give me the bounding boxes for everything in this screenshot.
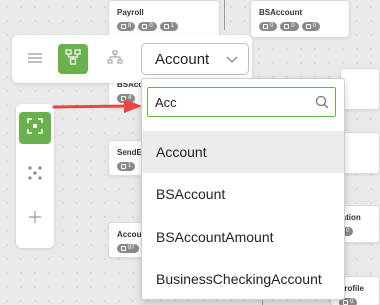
entity-card-bsaccount[interactable]: BSAccount 0 0 0	[250, 0, 350, 38]
attribute-count-badge: 1	[117, 162, 136, 171]
link-count-badge: 1	[159, 22, 179, 31]
entity-select[interactable]: Account	[141, 43, 249, 75]
dropdown-option[interactable]: Account	[142, 131, 344, 173]
entity-view-button[interactable]	[58, 44, 88, 74]
dropdown-option[interactable]: BSAccount	[142, 173, 344, 215]
scatter-dots-icon	[27, 165, 43, 186]
card-title: BSAccount	[259, 8, 303, 17]
focus-button[interactable]	[19, 112, 51, 144]
menu-button[interactable]	[20, 44, 50, 74]
link-count-badge: 0	[301, 22, 321, 31]
plus-icon	[28, 210, 42, 229]
option-label: Account	[156, 144, 207, 160]
card-title: Payroll	[117, 8, 144, 17]
add-button[interactable]	[19, 203, 51, 235]
connector-line	[224, 0, 225, 30]
dropdown-search	[147, 87, 336, 117]
dropdown-option[interactable]: BSAccountAmount	[142, 216, 344, 258]
chevron-down-icon	[225, 52, 239, 70]
search-icon[interactable]	[315, 95, 329, 114]
relation-count-badge: 0	[280, 22, 299, 31]
hierarchy-view-button[interactable]	[100, 44, 130, 74]
entity-graph-icon	[64, 48, 82, 71]
entity-card-partial[interactable]	[340, 132, 380, 174]
search-input[interactable]	[148, 88, 308, 116]
attribute-count-badge: 8	[117, 22, 136, 31]
entity-card-payroll[interactable]: Payroll 8 0 1	[108, 0, 220, 38]
option-label: BSAccount	[156, 186, 226, 202]
focus-frame-icon	[27, 117, 43, 139]
attribute-count-badge: 97	[117, 244, 139, 253]
entity-card-partial[interactable]	[340, 68, 380, 110]
option-label: BusinessCheckingAccount	[156, 271, 322, 287]
entity-select-value: Account	[155, 50, 210, 68]
annotation-arrow	[52, 99, 142, 113]
layout-button[interactable]	[19, 159, 51, 191]
option-label: BSAccountAmount	[156, 229, 274, 245]
dropdown-option[interactable]: BusinessCheckingAccount	[142, 258, 344, 300]
entity-dropdown: Account BSAccount BSAccountAmount Busine…	[141, 78, 345, 300]
hamburger-menu-icon	[28, 50, 42, 68]
relation-count-badge: 0	[138, 22, 157, 31]
hierarchy-icon	[107, 50, 123, 69]
side-toolbar	[16, 104, 54, 248]
attribute-count-badge: 0	[259, 22, 278, 31]
